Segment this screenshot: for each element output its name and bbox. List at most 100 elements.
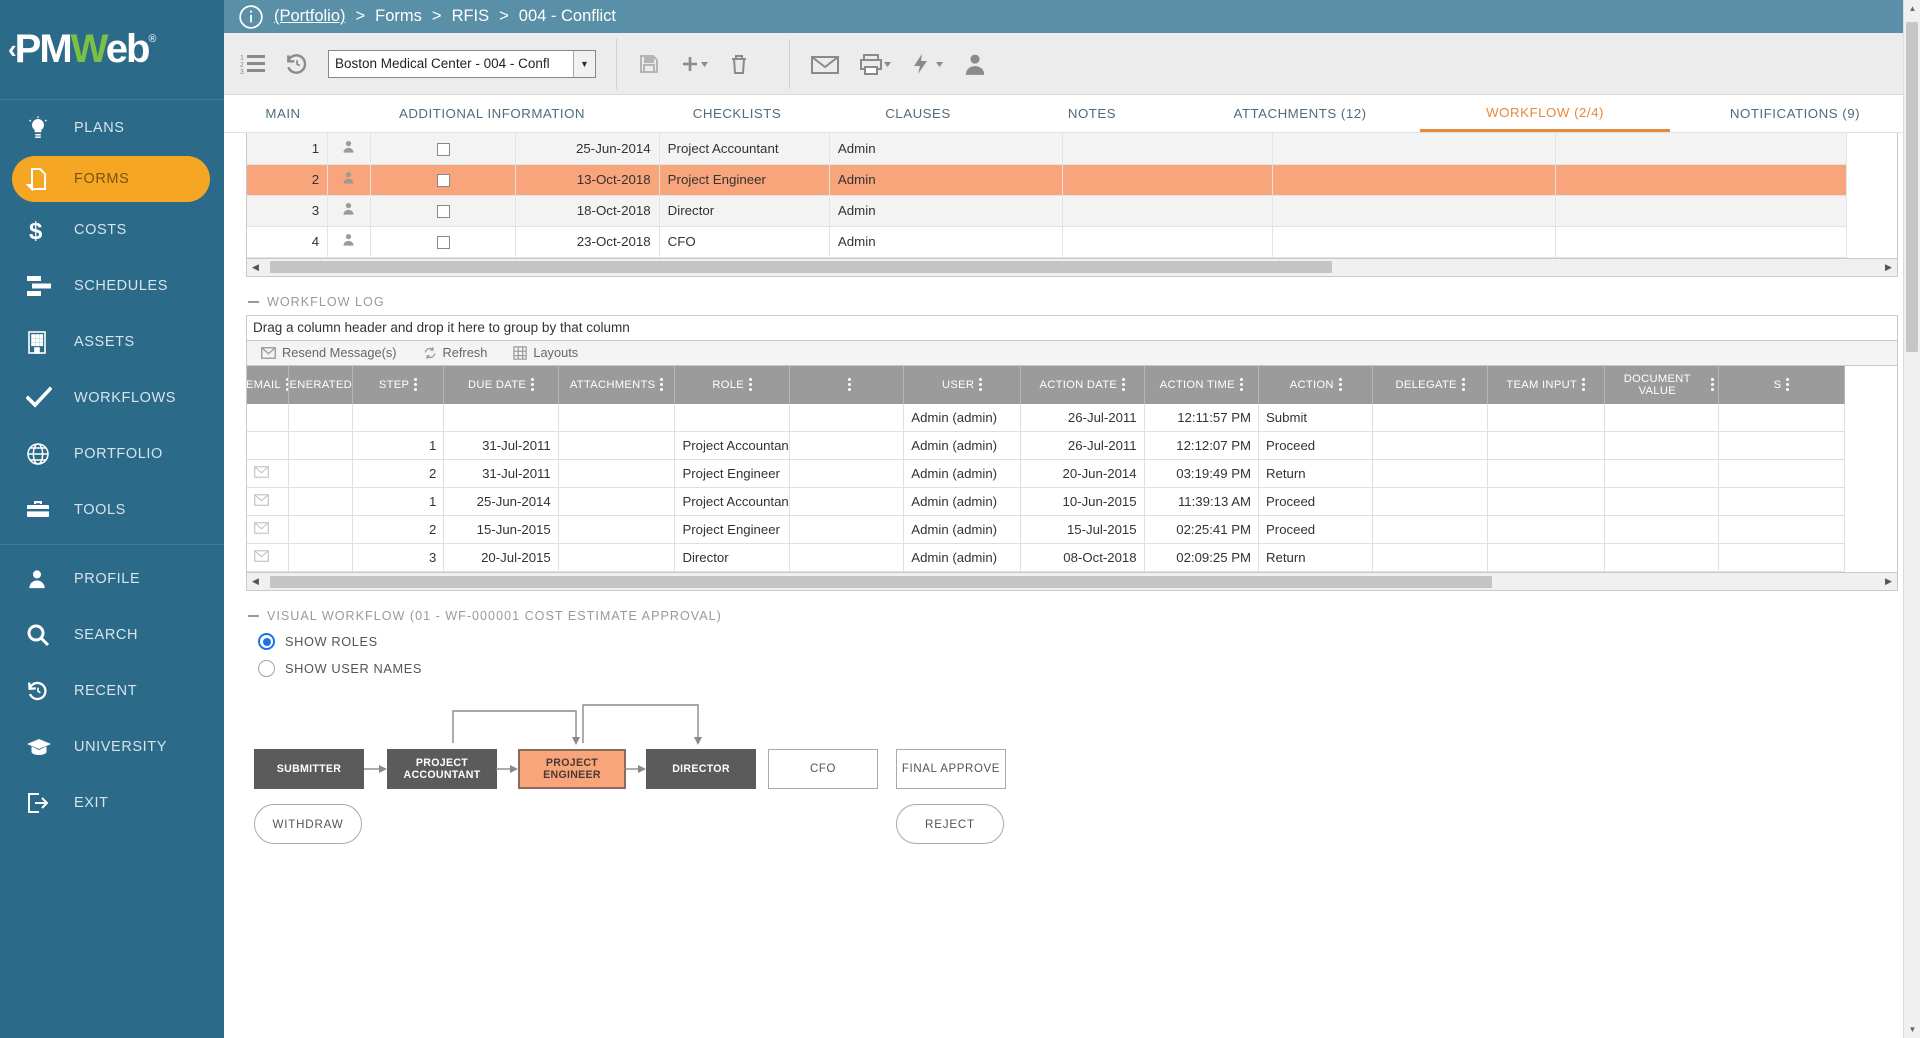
chevron-down-icon[interactable]: ▼ <box>573 51 595 77</box>
log-scroll-track[interactable] <box>264 574 1880 590</box>
table-row[interactable]: 213-Oct-2018Project EngineerAdmin <box>247 164 1847 195</box>
workflow-steps-hscrollbar[interactable]: ◀ ▶ <box>246 259 1898 277</box>
column-header[interactable]: DOCUMENT VALUE <box>1604 366 1718 404</box>
numbered-list-icon[interactable]: 1 2 3 <box>240 52 266 76</box>
column-menu-icon[interactable] <box>1122 378 1125 391</box>
resend-messages-button[interactable]: Resend Message(s) <box>261 345 397 360</box>
tab-clauses[interactable]: CLAUSES <box>832 95 1004 132</box>
person-icon[interactable] <box>962 51 988 77</box>
column-menu-icon[interactable] <box>749 378 752 391</box>
column-header[interactable]: EMAIL <box>247 366 288 404</box>
tab-checklists[interactable]: CHECKLISTS <box>642 95 832 132</box>
envelope-icon[interactable] <box>810 52 840 76</box>
table-row[interactable]: 125-Jun-2014Project AccountantAdmin <box>247 133 1847 164</box>
scroll-left-icon[interactable]: ◀ <box>247 259 264 275</box>
trash-icon[interactable] <box>727 52 751 76</box>
table-row[interactable]: 231-Jul-2011Project EngineerAdmin (admin… <box>247 460 1845 488</box>
column-menu-icon[interactable] <box>1582 378 1585 391</box>
row-checkbox[interactable] <box>370 164 516 195</box>
row-checkbox[interactable] <box>370 226 516 257</box>
radio-indicator-icon[interactable] <box>258 660 275 677</box>
app-logo[interactable]: ‹PMWeb® <box>0 0 224 100</box>
sidebar-item-portfolio[interactable]: PORTFOLIO <box>0 426 224 482</box>
collapse-icon-2[interactable] <box>248 615 259 617</box>
sidebar-item-assets[interactable]: ASSETS <box>0 314 224 370</box>
sidebar-item-recent[interactable]: RECENT <box>0 663 224 719</box>
table-row[interactable]: 131-Jul-2011Project AccountantAdmin (adm… <box>247 432 1845 460</box>
log-scroll-right-icon[interactable]: ▶ <box>1880 574 1897 590</box>
visual-workflow-section-header[interactable]: VISUAL WORKFLOW (01 - WF-000001 COST EST… <box>248 609 1898 623</box>
page-scroll-up-icon[interactable]: ▲ <box>1904 0 1920 17</box>
page-scrollbar[interactable]: ▲ ▼ <box>1903 0 1920 1038</box>
column-header[interactable] <box>789 366 903 404</box>
column-menu-icon[interactable] <box>660 378 663 391</box>
sidebar-collapse-chevron-icon[interactable]: ‹ <box>8 34 15 64</box>
sidebar-item-profile[interactable]: PROFILE <box>0 551 224 607</box>
sidebar-item-schedules[interactable]: SCHEDULES <box>0 258 224 314</box>
scroll-track[interactable] <box>264 259 1880 275</box>
printer-icon[interactable] <box>858 52 892 76</box>
table-row[interactable]: 215-Jun-2015Project EngineerAdmin (admin… <box>247 516 1845 544</box>
workflow-log-hscrollbar[interactable]: ◀ ▶ <box>246 573 1898 591</box>
person-icon[interactable] <box>328 133 371 164</box>
radio-option-show-user-names[interactable]: SHOW USER NAMES <box>258 660 1898 677</box>
column-menu-icon[interactable] <box>848 378 851 391</box>
table-row[interactable]: 318-Oct-2018DirectorAdmin <box>247 195 1847 226</box>
lightning-icon[interactable] <box>910 52 944 76</box>
sidebar-item-tools[interactable]: TOOLS <box>0 482 224 538</box>
sidebar-item-forms[interactable]: FORMS <box>12 156 210 202</box>
project-select[interactable]: Boston Medical Center - 004 - Confl ▼ <box>328 50 596 78</box>
person-icon[interactable] <box>328 226 371 257</box>
table-row[interactable]: 320-Jul-2015DirectorAdmin (admin)08-Oct-… <box>247 544 1845 572</box>
tab-notes[interactable]: NOTES <box>1004 95 1180 132</box>
column-header[interactable]: GENERATED <box>288 366 352 404</box>
column-header[interactable]: ATTACHMENTS <box>558 366 675 404</box>
group-by-dropzone[interactable]: Drag a column header and drop it here to… <box>246 315 1898 341</box>
column-header[interactable]: DELEGATE <box>1373 366 1487 404</box>
column-header[interactable]: ACTION <box>1259 366 1373 404</box>
person-icon[interactable] <box>328 164 371 195</box>
sidebar-item-search[interactable]: SEARCH <box>0 607 224 663</box>
table-row[interactable]: 125-Jun-2014Project AccountantAdmin (adm… <box>247 488 1845 516</box>
breadcrumb-rfis[interactable]: RFIS <box>452 7 490 26</box>
column-header[interactable]: ACTION TIME <box>1144 366 1258 404</box>
breadcrumb-forms[interactable]: Forms <box>375 7 422 26</box>
column-menu-icon[interactable] <box>531 378 534 391</box>
column-header[interactable]: USER <box>904 366 1021 404</box>
sidebar-item-costs[interactable]: $COSTS <box>0 202 224 258</box>
page-scroll-thumb[interactable] <box>1906 22 1918 352</box>
sidebar-item-university[interactable]: UNIVERSITY <box>0 719 224 775</box>
row-checkbox[interactable] <box>370 133 516 164</box>
breadcrumb-portfolio[interactable]: (Portfolio) <box>274 7 346 26</box>
info-icon[interactable] <box>238 4 264 30</box>
column-menu-icon[interactable] <box>1462 378 1465 391</box>
tab-additional-information[interactable]: ADDITIONAL INFORMATION <box>342 95 642 132</box>
save-icon[interactable] <box>637 52 661 76</box>
radio-option-show-roles[interactable]: SHOW ROLES <box>258 633 1898 650</box>
workflow-log-section-header[interactable]: WORKFLOW LOG <box>248 295 1898 309</box>
radio-indicator-icon[interactable] <box>258 633 275 650</box>
column-header[interactable]: STEP <box>352 366 444 404</box>
column-header[interactable]: DUE DATE <box>444 366 558 404</box>
reject-button[interactable]: REJECT <box>896 804 1004 844</box>
log-scroll-thumb[interactable] <box>270 576 1492 588</box>
tab-notifications-9[interactable]: NOTIFICATIONS (9) <box>1670 95 1920 132</box>
column-menu-icon[interactable] <box>1240 378 1243 391</box>
column-menu-icon[interactable] <box>1711 378 1714 391</box>
tab-workflow-2-4[interactable]: WORKFLOW (2/4) <box>1420 95 1670 132</box>
column-header[interactable]: S <box>1719 366 1845 404</box>
history-icon[interactable] <box>284 51 310 77</box>
tab-main[interactable]: MAIN <box>224 95 342 132</box>
sidebar-item-exit[interactable]: EXIT <box>0 775 224 831</box>
scroll-thumb[interactable] <box>270 261 1332 273</box>
column-header[interactable]: ACTION DATE <box>1021 366 1145 404</box>
column-menu-icon[interactable] <box>1786 378 1789 391</box>
column-header[interactable]: ROLE <box>675 366 789 404</box>
column-menu-icon[interactable] <box>414 378 417 391</box>
add-button[interactable] <box>679 52 709 76</box>
person-icon[interactable] <box>328 195 371 226</box>
layouts-button[interactable]: Layouts <box>513 345 578 360</box>
column-header[interactable]: TEAM INPUT <box>1487 366 1604 404</box>
table-row[interactable]: Admin (admin)26-Jul-201112:11:57 PMSubmi… <box>247 404 1845 432</box>
row-checkbox[interactable] <box>370 195 516 226</box>
